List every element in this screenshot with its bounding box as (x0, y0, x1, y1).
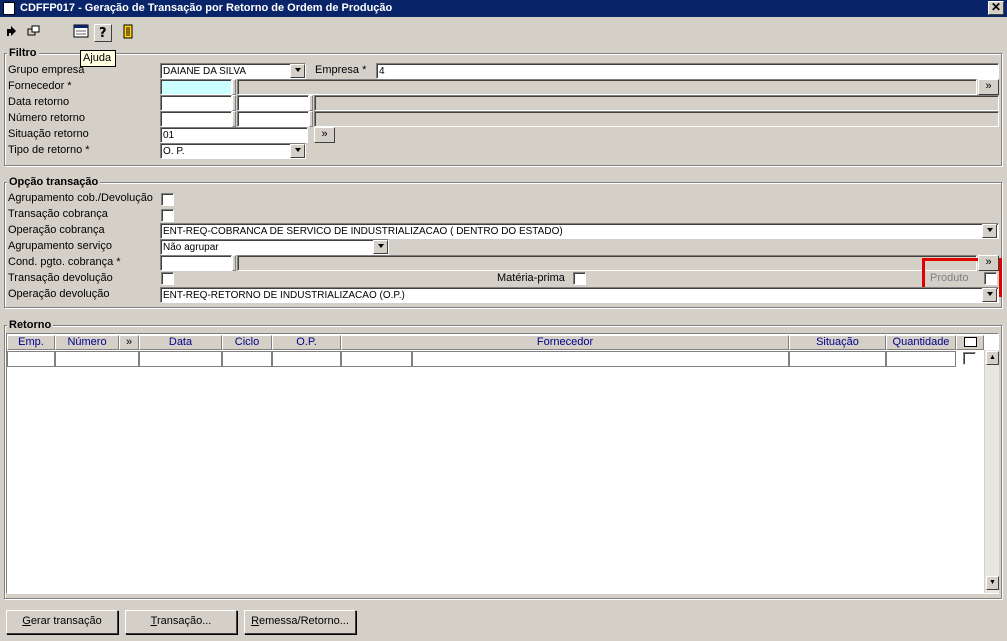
table-cell[interactable] (7, 351, 55, 367)
table-cell[interactable] (789, 351, 886, 367)
data-retorno-label: Data retorno (8, 96, 70, 108)
fornecedor-label: Fornecedor * (8, 80, 72, 92)
numero-retorno-label: Número retorno (8, 112, 86, 124)
back-arrow-icon[interactable] (3, 24, 21, 42)
svg-text:?: ? (99, 26, 107, 39)
chevron-down-icon[interactable] (373, 240, 388, 254)
data-retorno-start-field[interactable] (160, 95, 232, 111)
help-icon[interactable]: ? (94, 24, 112, 42)
table-cell[interactable] (139, 351, 222, 367)
column-header-quantidade[interactable]: Quantidade (886, 335, 956, 350)
materia-prima-label: Matéria-prima (497, 272, 565, 284)
scroll-up-icon[interactable]: ▲ (986, 351, 999, 365)
data-retorno-end-field[interactable] (237, 95, 309, 111)
vertical-scrollbar[interactable]: ▲ ▼ (984, 350, 999, 593)
column-header-more[interactable]: » (119, 335, 139, 350)
table-cell[interactable] (55, 351, 139, 367)
transacao-label: ransação... (156, 615, 212, 627)
table-cell[interactable] (222, 351, 272, 367)
agrupamento-servico-select[interactable]: Não agrupar (160, 239, 389, 255)
fornecedor-name-field (237, 79, 977, 95)
window-title: CDFFP017 - Geração de Transação por Reto… (20, 2, 393, 14)
column-header-situacao[interactable]: Situação (789, 335, 886, 350)
table-cell[interactable] (886, 351, 956, 367)
transacao-button[interactable]: Transação... (125, 610, 237, 634)
remessa-label: emessa/Retorno... (259, 615, 349, 627)
splitter (232, 79, 236, 95)
remessa-retorno-button[interactable]: Remessa/Retorno... (244, 610, 356, 634)
tipo-retorno-label: Tipo de retorno * (8, 144, 90, 156)
operacao-cobranca-label: Operação cobrança (8, 224, 105, 236)
table-cell[interactable] (272, 351, 341, 367)
cond-pgto-search-button[interactable]: » (978, 255, 999, 271)
operacao-devolucao-label: Operação devolução (8, 288, 110, 300)
transacao-devolucao-checkbox[interactable] (161, 272, 174, 285)
numero-retorno-end-field[interactable] (237, 111, 309, 127)
empresa-field[interactable]: 4 (376, 63, 999, 79)
fornecedor-field[interactable] (160, 79, 232, 95)
help-tooltip: Ajuda (80, 50, 116, 67)
transacao-devolucao-label: Transação devolução (8, 272, 113, 284)
calendar-icon[interactable] (72, 24, 90, 42)
situacao-retorno-field[interactable]: 01 (160, 127, 308, 143)
transacao-cobranca-label: Transação cobrança (8, 208, 108, 220)
remessa-mnemonic: R (251, 615, 260, 627)
retorno-legend: Retorno (7, 319, 54, 331)
column-header-emp[interactable]: Emp. (7, 335, 55, 350)
column-header-numero[interactable]: Número (55, 335, 119, 350)
exit-door-icon[interactable] (119, 24, 137, 42)
select-all-header[interactable] (956, 335, 984, 350)
produto-label: Produto (930, 272, 969, 284)
splitter (309, 111, 313, 127)
data-retorno-extra-field (314, 95, 999, 111)
title-bar: CDFFP017 - Geração de Transação por Reto… (0, 0, 1007, 17)
windows-icon[interactable] (25, 24, 43, 42)
gerar-label: erar transação (30, 615, 102, 627)
cond-pgto-desc-field (237, 255, 977, 271)
splitter (309, 95, 313, 111)
chevron-down-icon[interactable] (290, 64, 305, 78)
tipo-retorno-select[interactable]: O. P. (160, 143, 306, 159)
agrupamento-servico-label: Agrupamento serviço (8, 240, 112, 252)
empresa-label: Empresa * (315, 64, 367, 76)
column-header-data[interactable]: Data (139, 335, 222, 350)
scroll-down-icon[interactable]: ▼ (986, 576, 999, 590)
grupo-empresa-select[interactable]: DAIANE DA SILVA (160, 63, 306, 79)
materia-prima-checkbox[interactable] (573, 272, 586, 285)
opcao-transacao-legend: Opção transação (7, 176, 101, 188)
table-cell[interactable] (412, 351, 789, 367)
column-header-ciclo[interactable]: Ciclo (222, 335, 272, 350)
gerar-mnemonic: G (22, 615, 31, 627)
splitter (232, 95, 236, 111)
numero-retorno-extra-field (314, 111, 999, 127)
chevron-down-icon[interactable] (290, 144, 305, 158)
chevron-down-icon[interactable] (982, 288, 997, 302)
table-cell[interactable] (341, 351, 412, 367)
filtro-legend: Filtro (7, 47, 39, 59)
transacao-cobranca-checkbox[interactable] (161, 209, 174, 222)
operacao-devolucao-select[interactable]: ENT-REQ-RETORNO DE INDUSTRIALIZACAO (O.P… (160, 287, 999, 303)
chevron-down-icon[interactable] (982, 224, 997, 238)
fornecedor-search-button[interactable]: » (978, 79, 999, 95)
splitter (232, 255, 236, 271)
numero-retorno-start-field[interactable] (160, 111, 232, 127)
row-checkbox[interactable] (963, 352, 976, 365)
situacao-retorno-label: Situação retorno (8, 128, 89, 140)
cond-pgto-field[interactable] (160, 255, 232, 271)
app-icon (3, 2, 15, 15)
column-header-fornecedor[interactable]: Fornecedor (341, 335, 789, 350)
grupo-empresa-label: Grupo empresa (8, 64, 85, 76)
agrupamento-cob-checkbox[interactable] (161, 193, 174, 206)
splitter (232, 111, 236, 127)
gerar-transacao-button[interactable]: Gerar transação (6, 610, 118, 634)
close-button[interactable]: ✕ (988, 1, 1004, 15)
retorno-grid[interactable] (6, 333, 999, 594)
select-all-checkbox-icon (963, 337, 977, 347)
operacao-cobranca-select[interactable]: ENT-REQ-COBRANCA DE SERVICO DE INDUSTRIA… (160, 223, 999, 239)
situacao-more-button[interactable]: » (314, 127, 335, 143)
produto-checkbox[interactable] (984, 272, 997, 285)
agrupamento-cob-label: Agrupamento cob./Devolução (8, 192, 153, 204)
column-header-op[interactable]: O.P. (272, 335, 341, 350)
cond-pgto-label: Cond. pgto. cobrança * (8, 256, 121, 268)
